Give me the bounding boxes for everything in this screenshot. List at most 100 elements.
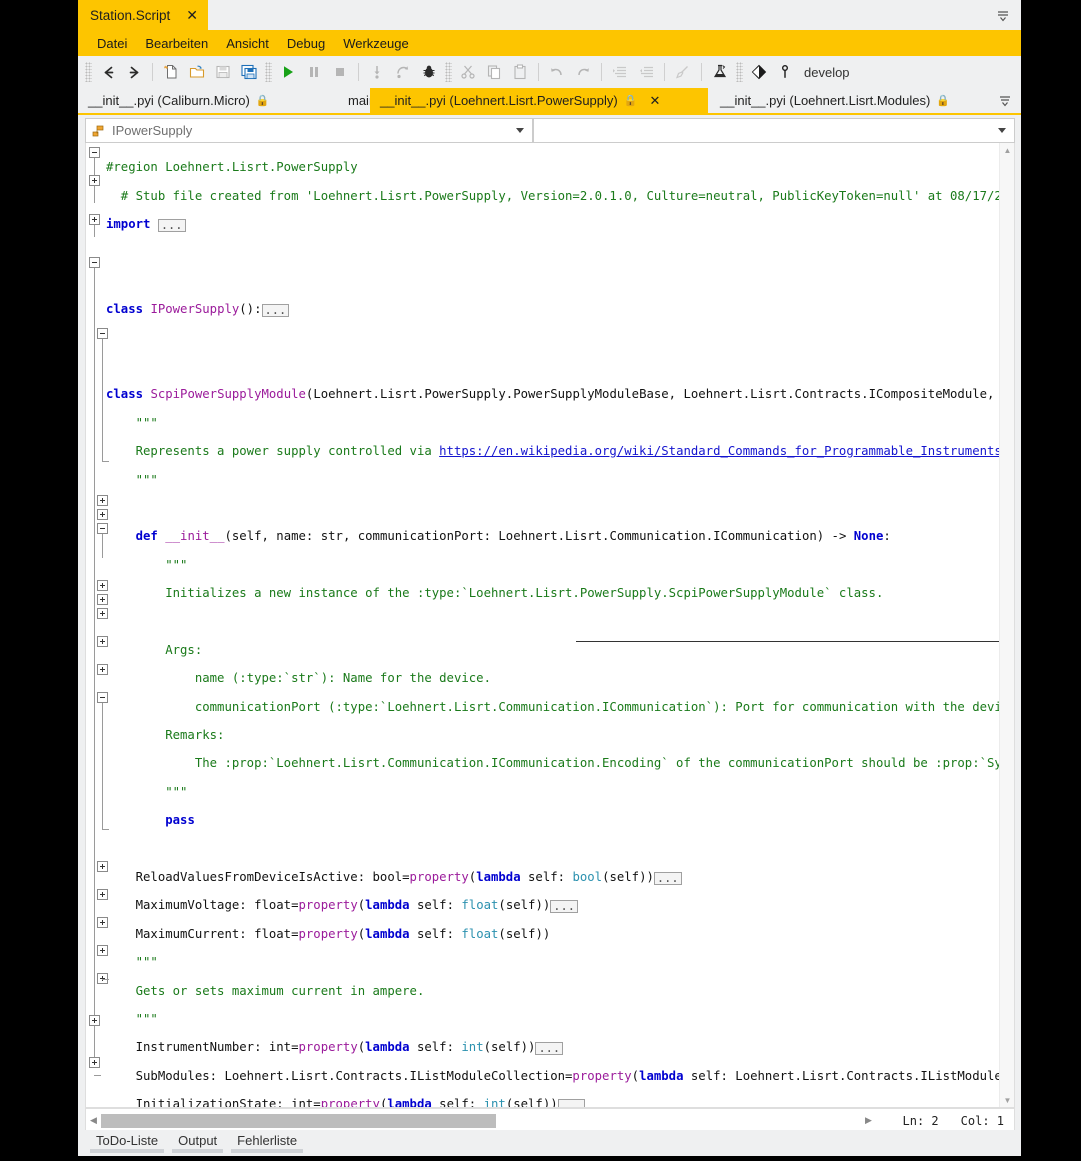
- step-over-icon[interactable]: [390, 60, 416, 84]
- code-line: The :prop:`Loehnert.Lisrt.Communication.…: [106, 756, 1015, 771]
- open-folder-icon[interactable]: [184, 60, 210, 84]
- forward-arrow-icon[interactable]: [121, 60, 147, 84]
- scroll-down-icon[interactable]: ▼: [1000, 1093, 1014, 1107]
- new-file-icon[interactable]: [158, 60, 184, 84]
- doc-tab-loehnert-modules[interactable]: __init__.pyi (Loehnert.Lisrt.Modules) 🔒: [710, 88, 985, 113]
- code-line: Gets or sets maximum current in ampere.: [106, 983, 425, 998]
- close-icon[interactable]: ✕: [186, 8, 198, 22]
- bottom-tool-tabs: ToDo-Liste Output Fehlerliste: [78, 1130, 1021, 1156]
- toolbar-separator: [701, 63, 702, 81]
- menu-item-bearbeiten[interactable]: Bearbeiten: [136, 33, 217, 54]
- scroll-up-icon[interactable]: ▲: [1000, 143, 1014, 157]
- menu-item-datei[interactable]: Datei: [88, 33, 136, 54]
- indent-icon[interactable]: [607, 60, 633, 84]
- code-line: SubModules: Loehnert.Lisrt.Contracts.ILi…: [106, 1068, 1014, 1083]
- chevron-down-icon[interactable]: [995, 7, 1011, 23]
- navigation-bar: IPowerSupply: [85, 118, 1015, 143]
- code-line: InstrumentNumber: int=property(lambda se…: [86, 1040, 1014, 1056]
- run-icon[interactable]: [275, 60, 301, 84]
- code-line: MaximumCurrent: float=property(lambda se…: [106, 926, 551, 941]
- outdent-icon[interactable]: [633, 60, 659, 84]
- source-control-icon[interactable]: [746, 60, 772, 84]
- code-line: class IPowerSupply():...: [86, 302, 1014, 318]
- editor-horizontal-scrollbar[interactable]: [101, 1113, 861, 1128]
- lock-icon: 🔒: [623, 95, 638, 107]
- menu-item-debug[interactable]: Debug: [278, 33, 334, 54]
- toolbar-grip[interactable]: [445, 62, 452, 82]
- scroll-left-icon[interactable]: ◀: [86, 1109, 101, 1132]
- stop-icon[interactable]: [327, 60, 353, 84]
- code-line: def __init__(self, name: str, communicat…: [135, 529, 891, 544]
- chevron-down-icon[interactable]: [516, 128, 524, 133]
- scrollbar-thumb[interactable]: [101, 1113, 497, 1128]
- code-line: #region Loehnert.Lisrt.PowerSupply: [106, 160, 358, 175]
- toolbar-separator: [538, 63, 539, 81]
- type-dropdown[interactable]: IPowerSupply: [85, 118, 533, 143]
- toolbar-separator: [152, 63, 153, 81]
- clean-icon[interactable]: [670, 60, 696, 84]
- member-dropdown[interactable]: [533, 118, 1015, 143]
- menu-bar: Datei Bearbeiten Ansicht Debug Werkzeuge: [78, 30, 1021, 56]
- doc-tab-loehnert-powersupply[interactable]: __init__.pyi (Loehnert.Lisrt.PowerSupply…: [370, 88, 708, 113]
- toolbar: develop: [78, 56, 1021, 88]
- cut-icon[interactable]: [455, 60, 481, 84]
- code-line: Initializes a new instance of the :type:…: [106, 586, 884, 601]
- code-line: """: [106, 784, 188, 799]
- undo-icon[interactable]: [544, 60, 570, 84]
- debug-bug-icon[interactable]: [416, 60, 442, 84]
- doc-tab-label: __init__.pyi (Loehnert.Lisrt.Modules): [720, 93, 931, 108]
- code-line: pass: [165, 813, 195, 828]
- title-bar: Station.Script ✕: [78, 0, 1021, 30]
- document-tab-strip: __init__.pyi (Caliburn.Micro) 🔒 main.py*…: [78, 88, 1021, 115]
- paste-icon[interactable]: [507, 60, 533, 84]
- doc-tab-caliburn-micro[interactable]: __init__.pyi (Caliburn.Micro) 🔒: [78, 88, 303, 113]
- toolbar-grip[interactable]: [265, 62, 272, 82]
- code-line: name (:type:`str`): Name for the device.: [106, 671, 491, 686]
- bottom-tab-output[interactable]: Output: [168, 1130, 227, 1153]
- code-line: Args:: [106, 642, 203, 657]
- scroll-right-icon[interactable]: ▶: [861, 1109, 876, 1132]
- toolbar-grip[interactable]: [85, 62, 92, 82]
- toolbar-separator: [601, 63, 602, 81]
- code-line: class ScpiPowerSupplyModule(Loehnert.Lis…: [106, 387, 1015, 402]
- desktop-backdrop-right: [1021, 0, 1081, 1161]
- code-text[interactable]: #region Loehnert.Lisrt.PowerSupply # Stu…: [86, 146, 1015, 1107]
- copy-icon[interactable]: [481, 60, 507, 84]
- code-line: Represents a power supply controlled via…: [106, 444, 1014, 459]
- toolbar-separator: [358, 63, 359, 81]
- caret-position: Ln: 2 Col: 1: [881, 1114, 1014, 1128]
- code-line: MaximumVoltage: float=property(lambda se…: [86, 898, 1014, 914]
- redo-icon[interactable]: [570, 60, 596, 84]
- bottom-tab-todo-liste[interactable]: ToDo-Liste: [86, 1130, 168, 1153]
- tab-overflow-chevron-icon[interactable]: [997, 92, 1013, 113]
- build-icon[interactable]: [707, 60, 733, 84]
- code-line: """: [106, 557, 188, 572]
- step-into-icon[interactable]: [364, 60, 390, 84]
- save-icon[interactable]: [210, 60, 236, 84]
- menu-item-ansicht[interactable]: Ansicht: [217, 33, 278, 54]
- code-line: Remarks:: [106, 728, 225, 743]
- code-line: """: [106, 955, 158, 970]
- chevron-down-icon[interactable]: [998, 128, 1006, 133]
- lock-icon: 🔒: [255, 95, 270, 107]
- code-editor[interactable]: #region Loehnert.Lisrt.PowerSupply # Stu…: [85, 143, 1015, 1108]
- toolbar-grip[interactable]: [736, 62, 743, 82]
- ide-window: Station.Script ✕ Datei Bearbeiten Ansich…: [78, 0, 1021, 1156]
- editor-vertical-scrollbar[interactable]: ▲ ▼: [999, 143, 1014, 1107]
- menu-item-werkzeuge[interactable]: Werkzeuge: [334, 33, 418, 54]
- class-icon: [92, 124, 106, 138]
- bottom-tab-fehlerliste[interactable]: Fehlerliste: [227, 1130, 307, 1153]
- branch-icon[interactable]: [772, 60, 798, 84]
- window-tab-station-script[interactable]: Station.Script ✕: [78, 0, 209, 30]
- back-arrow-icon[interactable]: [95, 60, 121, 84]
- close-icon[interactable]: ✕: [649, 93, 660, 109]
- save-all-icon[interactable]: [236, 60, 262, 84]
- code-line: """: [106, 1011, 158, 1026]
- pause-icon[interactable]: [301, 60, 327, 84]
- code-line: import ...: [86, 217, 1014, 232]
